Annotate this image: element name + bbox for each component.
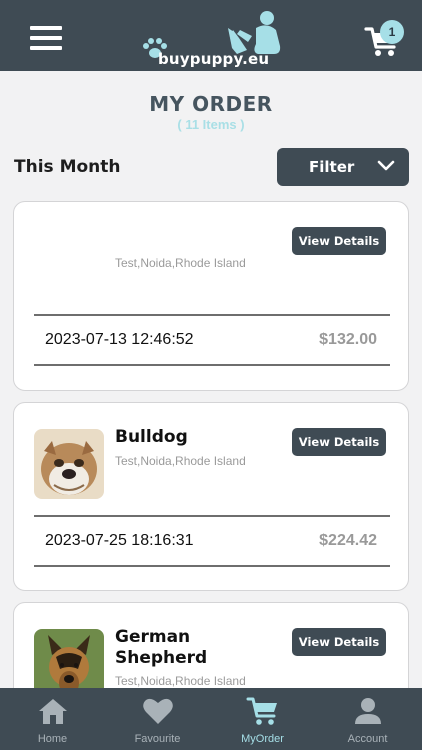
tab-label: Account	[347, 733, 388, 745]
logo-text: buypuppy.eu	[158, 50, 270, 68]
page-title: MY ORDER	[149, 92, 273, 116]
divider	[34, 565, 390, 567]
cart-count-badge: 1	[380, 20, 404, 44]
tab-home[interactable]: Home	[0, 688, 105, 750]
chevron-down-icon	[377, 160, 395, 171]
tab-favourite[interactable]: Favourite	[105, 688, 210, 750]
order-price: $132.00	[319, 331, 377, 348]
heart-icon	[143, 698, 173, 724]
section-title: This Month	[14, 157, 121, 177]
cart-icon	[246, 697, 277, 725]
brand-logo[interactable]: buypuppy.eu	[140, 8, 290, 68]
home-icon	[39, 699, 67, 724]
bottom-tab-bar: Home Favourite MyOrder Account	[0, 688, 422, 750]
order-address: Test,Noida,Rhode Island	[115, 674, 246, 688]
account-icon	[355, 698, 381, 724]
tab-label: MyOrder	[241, 733, 284, 745]
menu-icon[interactable]	[30, 26, 62, 50]
order-address: Test,Noida,Rhode Island	[115, 454, 246, 468]
order-card[interactable]: Bulldog Test,Noida,Rhode Island View Det…	[13, 402, 409, 591]
order-price: $224.42	[319, 532, 377, 549]
order-datetime: 2023-07-13 12:46:52	[45, 331, 194, 348]
bulldog-photo[interactable]	[34, 429, 104, 499]
order-card[interactable]: Test,Noida,Rhode Island View Details 202…	[13, 201, 409, 391]
product-name: Bulldog	[115, 427, 188, 447]
divider	[34, 314, 390, 316]
app-header: buypuppy.eu 1	[0, 0, 422, 71]
tab-myorder[interactable]: MyOrder	[210, 688, 315, 750]
item-count: ( 11 Items )	[177, 117, 245, 132]
view-details-button[interactable]: View Details	[292, 227, 386, 255]
divider	[34, 364, 390, 366]
view-details-button[interactable]: View Details	[292, 428, 386, 456]
view-details-button[interactable]: View Details	[292, 628, 386, 656]
product-name: German Shepherd	[115, 627, 208, 668]
divider	[34, 515, 390, 517]
bulldog-image	[34, 429, 104, 499]
order-address: Test,Noida,Rhode Island	[115, 256, 246, 270]
order-datetime: 2023-07-25 18:16:31	[45, 532, 194, 549]
tab-label: Home	[37, 733, 68, 745]
tab-label: Favourite	[134, 733, 181, 745]
filter-label: Filter	[309, 158, 355, 176]
filter-button[interactable]: Filter	[277, 148, 409, 186]
tab-account[interactable]: Account	[315, 688, 420, 750]
